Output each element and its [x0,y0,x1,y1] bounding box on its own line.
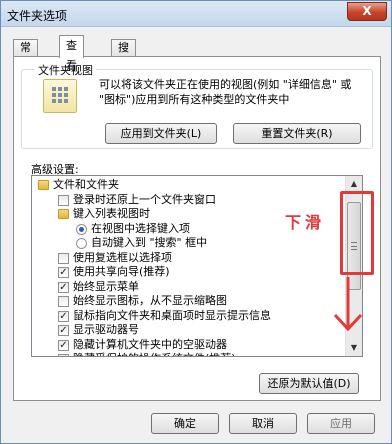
setting-label: 始终显示菜单 [73,279,139,293]
folder-views-icon [43,79,77,113]
folder-views-description: 可以将该文件夹正在使用的视图(例如 "详细信息" 或 "图标")应用到所有这种类… [99,78,352,106]
setting-checkbox[interactable] [58,296,69,307]
setting-radio[interactable] [76,238,87,249]
setting-radio[interactable] [76,223,87,235]
tab-search[interactable]: 搜索 [111,39,136,70]
folder-options-window: 文件夹选项 X 常规 查看 搜索 文件夹视图 可以将该文件夹正在使用的视图(例如… [0,0,392,444]
setting-label: 显示驱动器号 [73,323,139,336]
setting-checkbox[interactable]: ✓ [58,281,69,293]
apply-to-folders-button[interactable]: 应用到文件夹(L) [105,123,217,144]
reset-folders-button[interactable]: 重置文件夹(R) [233,123,361,144]
advanced-setting-row[interactable]: 使用复选框以选择项 [32,251,346,266]
setting-label: 使用复选框以选择项 [73,250,172,264]
title-bar[interactable]: 文件夹选项 X [1,1,391,27]
restore-defaults-button[interactable]: 还原为默认值(D) [259,373,359,394]
cancel-button[interactable]: 取消 [229,413,297,434]
advanced-settings-list: 文件和文件夹 登录时还原上一个文件夹窗口 键入列表视图时 在视图中选择键入项 自动键入到… [32,178,346,356]
setting-checkbox[interactable]: ✓ [58,354,69,356]
close-button[interactable]: X [347,2,387,21]
advanced-setting-row[interactable]: 自动键入到 "搜索" 框中 [32,236,346,251]
scroll-up-arrow-icon[interactable]: ▲ [346,176,362,192]
setting-checkbox[interactable]: ✓ [58,267,69,278]
setting-checkbox[interactable] [58,252,69,264]
scroll-down-arrow-icon[interactable]: ▼ [346,340,362,356]
setting-label: 键入列表视图时 [73,207,150,220]
setting-label: 隐藏计算机文件夹中的空驱动器 [73,337,227,351]
tab-general[interactable]: 常规 [13,39,38,70]
apply-button[interactable]: 应用 [307,413,375,434]
setting-label: 登录时还原上一个文件夹窗口 [73,192,216,206]
setting-label: 在视图中选择键入项 [91,221,190,235]
ok-button[interactable]: 确定 [151,413,219,434]
advanced-setting-row: 文件和文件夹 [32,178,346,193]
setting-label: 使用共享向导(推荐) [73,265,170,278]
advanced-setting-row[interactable]: ✓ 使用共享向导(推荐) [32,265,346,280]
folder-icon [38,180,49,190]
setting-label: 鼠标指向文件夹和桌面项时显示提示信息 [73,308,271,322]
advanced-settings-tree[interactable]: 文件和文件夹 登录时还原上一个文件夹窗口 键入列表视图时 在视图中选择键入项 自动键入到… [31,175,363,357]
setting-checkbox[interactable]: ✓ [58,325,69,336]
setting-label: 隐藏受保护的操作系统文件(推荐) [73,352,236,356]
setting-checkbox[interactable] [58,194,69,206]
advanced-setting-row[interactable]: ✓ 显示驱动器号 [32,323,346,338]
advanced-setting-row[interactable]: 始终显示图标，从不显示缩略图 [32,294,346,309]
scrollbar-highlight-annotation [340,191,374,275]
setting-label: 自动键入到 "搜索" 框中 [91,236,208,249]
advanced-setting-row[interactable]: ✓ 始终显示菜单 [32,280,346,295]
setting-checkbox[interactable]: ✓ [58,339,69,351]
advanced-setting-row[interactable]: ✓ 隐藏受保护的操作系统文件(推荐) [32,352,346,356]
advanced-setting-row[interactable]: ✓ 隐藏计算机文件夹中的空驱动器 [32,338,346,353]
advanced-setting-row[interactable]: ✓ 鼠标指向文件夹和桌面项时显示提示信息 [32,309,346,324]
setting-label: 文件和文件夹 [53,178,119,191]
tab-view[interactable]: 查看 [59,35,84,72]
folder-icon [58,209,69,219]
window-title: 文件夹选项 [7,9,68,23]
setting-checkbox[interactable]: ✓ [58,310,69,322]
setting-label: 始终显示图标，从不显示缩略图 [73,294,227,307]
advanced-setting-row[interactable]: 登录时还原上一个文件夹窗口 [32,193,346,208]
scroll-down-annotation: 下滑 [285,213,326,232]
down-arrow-annotation-icon [333,277,363,332]
